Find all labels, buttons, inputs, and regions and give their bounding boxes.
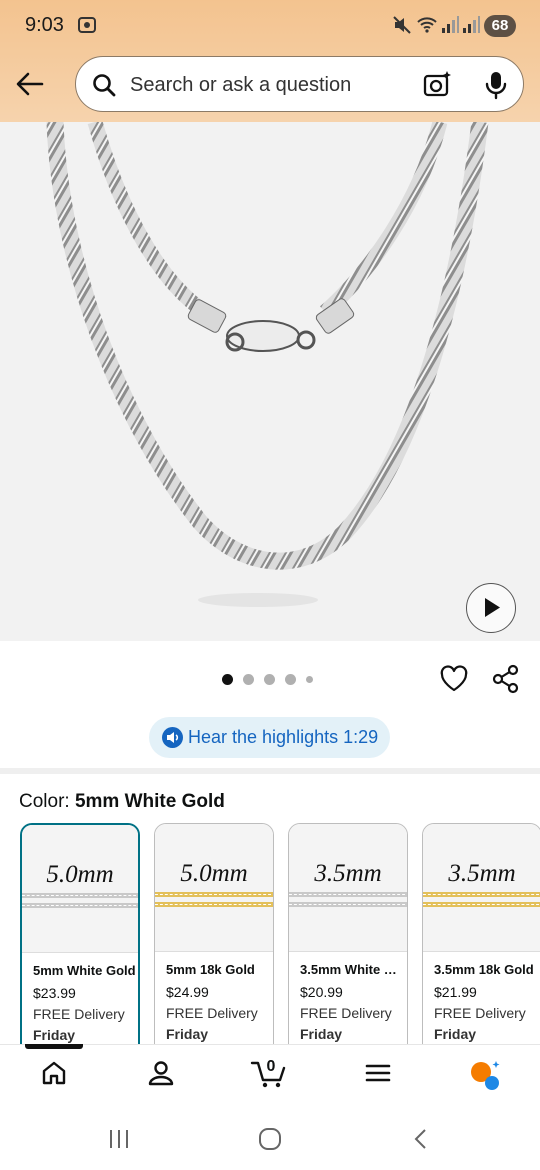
wifi-icon [417, 17, 437, 33]
color-option-card[interactable]: 5.0mm 5mm White Gold $23.99 FREE Delivery Fr… [20, 823, 140, 1058]
option-name: 5mm White Gold [33, 963, 136, 978]
carousel-dot[interactable] [306, 676, 313, 683]
option-thumbnail: 5.0mm [22, 825, 138, 953]
rufus-icon[interactable] [468, 1059, 504, 1091]
status-bar: 9:03 68 [0, 0, 540, 50]
selected-color: 5mm White Gold [74, 791, 225, 812]
status-time: 9:03 [25, 14, 64, 36]
play-icon [485, 598, 500, 617]
option-delivery-day: Friday [166, 1026, 209, 1042]
option-name: 3.5mm 18k Gold [434, 962, 534, 977]
option-price: $21.99 [434, 984, 477, 1000]
chain-thumbnail [22, 893, 138, 908]
microphone-icon[interactable] [482, 70, 510, 100]
option-delivery: FREE Delivery [434, 1005, 526, 1021]
option-price: $24.99 [166, 984, 209, 1000]
bottom-navigation [0, 1044, 540, 1108]
home-icon[interactable] [40, 1059, 68, 1087]
color-label-prefix: Color: [19, 791, 75, 812]
active-tab-indicator [25, 1044, 83, 1049]
screenshot-icon [78, 17, 96, 33]
color-option-card[interactable]: 3.5mm 3.5mm 18k Gold $21.99 FREE Delivery Fr… [422, 823, 540, 1058]
option-size: 3.5mm [314, 860, 382, 887]
option-size: 3.5mm [448, 860, 516, 887]
system-navigation [0, 1108, 540, 1170]
audio-icon [162, 727, 183, 748]
home-button-icon[interactable] [258, 1128, 282, 1150]
option-delivery: FREE Delivery [300, 1005, 392, 1021]
recent-apps-icon[interactable] [108, 1128, 130, 1150]
option-delivery: FREE Delivery [33, 1006, 125, 1022]
option-delivery: FREE Delivery [166, 1005, 258, 1021]
carousel-dot[interactable] [285, 674, 296, 685]
option-delivery-day: Friday [434, 1026, 477, 1042]
account-icon[interactable] [147, 1059, 175, 1087]
carousel-dot[interactable] [243, 674, 254, 685]
search-icon [93, 74, 116, 97]
menu-icon[interactable] [364, 1059, 392, 1087]
chain-thumbnail [155, 892, 273, 907]
search-bar[interactable]: Search or ask a question [75, 56, 524, 112]
carousel-dot[interactable] [264, 674, 275, 685]
option-thumbnail: 5.0mm [155, 824, 273, 952]
camera-search-icon[interactable] [422, 70, 452, 100]
mute-icon [393, 16, 411, 34]
option-price: $23.99 [33, 985, 76, 1001]
option-thumbnail: 3.5mm [289, 824, 407, 952]
cart-count: 0 [266, 1058, 276, 1075]
section-divider [0, 768, 540, 774]
play-video-button[interactable] [466, 583, 516, 633]
color-label: Color: 5mm White Gold [19, 791, 225, 813]
carousel-dot[interactable] [222, 674, 233, 685]
option-price: $20.99 [300, 984, 343, 1000]
option-thumbnail: 3.5mm [423, 824, 540, 952]
back-arrow-icon[interactable] [14, 68, 46, 100]
option-name: 3.5mm White Gold [300, 962, 404, 977]
share-icon[interactable] [491, 664, 521, 694]
product-image[interactable] [0, 119, 540, 641]
color-option-card[interactable]: 5.0mm 5mm 18k Gold $24.99 FREE Delivery Frid… [154, 823, 274, 1058]
chain-necklace-image [46, 119, 489, 607]
header: 9:03 68 Search or ask a question [0, 0, 540, 122]
signal-icon [442, 16, 459, 33]
hear-highlights-label: Hear the highlights 1:29 [188, 727, 379, 747]
option-size: 5.0mm [180, 860, 248, 887]
heart-icon[interactable] [439, 664, 469, 694]
option-size: 5.0mm [46, 861, 114, 888]
option-delivery-day: Friday [300, 1026, 343, 1042]
battery-indicator: 68 [484, 15, 516, 37]
chain-thumbnail [289, 892, 407, 907]
option-name: 5mm 18k Gold [166, 962, 255, 977]
signal-icon-2 [463, 16, 480, 33]
hear-highlights-button[interactable]: Hear the highlights 1:29 [149, 717, 390, 758]
color-option-card[interactable]: 3.5mm 3.5mm White Gold $20.99 FREE Delivery… [288, 823, 408, 1058]
system-back-icon[interactable] [410, 1128, 432, 1150]
search-input[interactable]: Search or ask a question [130, 74, 351, 97]
option-delivery-day: Friday [33, 1027, 76, 1043]
chain-thumbnail [423, 892, 540, 907]
